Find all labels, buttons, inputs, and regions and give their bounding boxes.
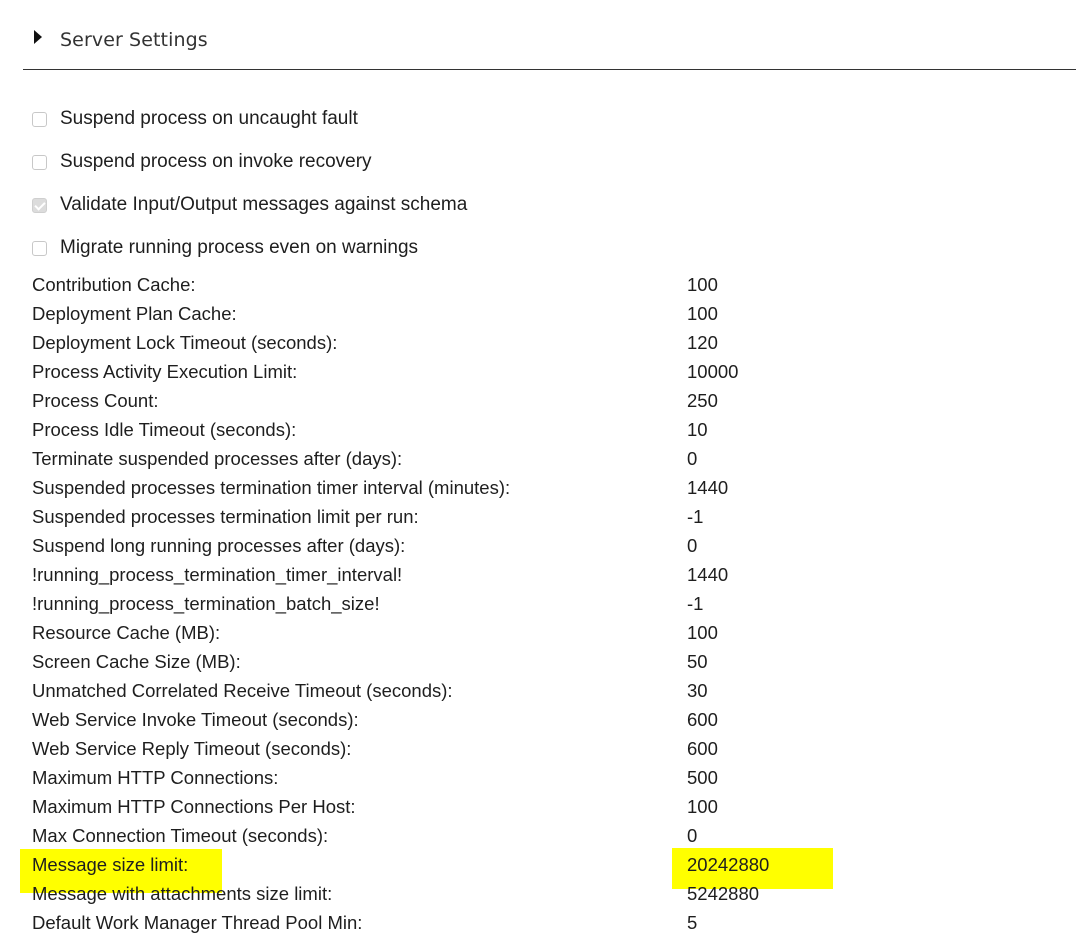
setting-label: Message with attachments size limit: [32,883,333,904]
setting-value: 600 [687,738,718,759]
setting-row: Process Count: 250 [32,390,1032,419]
setting-row: Suspend long running processes after (da… [32,535,1032,564]
setting-label: Maximum HTTP Connections: [32,767,279,788]
setting-label: Max Connection Timeout (seconds): [32,825,329,846]
setting-row: Suspended processes termination limit pe… [32,506,1032,535]
checkbox-suspend-uncaught-fault[interactable] [32,111,47,127]
setting-value: 5 [687,912,698,933]
setting-value: 1440 [687,564,729,585]
server-settings-header[interactable]: Server Settings [0,0,1076,70]
setting-value: 250 [687,390,718,411]
setting-row: Web Service Reply Timeout (seconds): 600 [32,738,1032,767]
setting-row: Deployment Plan Cache: 100 [32,303,1032,332]
setting-value: 500 [687,767,718,788]
setting-value: 50 [687,651,708,672]
section-title: Server Settings [60,29,208,51]
setting-row: Unmatched Correlated Receive Timeout (se… [32,680,1032,709]
setting-row: Screen Cache Size (MB): 50 [32,651,1032,680]
checkbox-suspend-invoke-recovery[interactable] [32,154,47,170]
setting-row: Max Connection Timeout (seconds): 0 [32,825,1032,854]
setting-row: Resource Cache (MB): 100 [32,622,1032,651]
setting-label: Suspended processes termination limit pe… [32,506,419,527]
setting-row: Process Activity Execution Limit: 10000 [32,361,1032,390]
setting-value: -1 [687,593,704,614]
setting-label: Maximum HTTP Connections Per Host: [32,796,356,817]
setting-row: Message with attachments size limit: 524… [32,883,1032,912]
setting-value: 100 [687,303,718,324]
checkbox-validate-messages[interactable] [32,197,47,213]
checkbox-label: Migrate running process even on warnings [60,237,419,258]
setting-row: Maximum HTTP Connections: 500 [32,767,1032,796]
setting-row: Web Service Invoke Timeout (seconds): 60… [32,709,1032,738]
setting-value: 5242880 [687,883,760,904]
setting-label: Contribution Cache: [32,274,196,295]
setting-row: Contribution Cache: 100 [32,274,1032,303]
setting-label: Process Activity Execution Limit: [32,361,298,382]
setting-label: Screen Cache Size (MB): [32,651,241,672]
setting-value: 10 [687,419,708,440]
setting-row: !running_process_termination_timer_inter… [32,564,1032,593]
setting-value: 100 [687,796,718,817]
setting-row: Default Work Manager Thread Pool Min: 5 [32,912,1032,941]
setting-label: !running_process_termination_batch_size! [32,593,380,614]
setting-value: 100 [687,622,718,643]
setting-value: 1440 [687,477,729,498]
setting-label: Web Service Reply Timeout (seconds): [32,738,352,759]
setting-label: Terminate suspended processes after (day… [32,448,403,469]
setting-row: Suspended processes termination timer in… [32,477,1032,506]
setting-label: Suspended processes termination timer in… [32,477,511,498]
checkbox-row-validate-messages: Validate Input/Output messages against s… [32,193,467,217]
triangle-right-icon[interactable] [34,30,42,44]
checkbox-label: Suspend process on invoke recovery [60,151,372,172]
setting-value: 0 [687,448,698,469]
checkbox-label: Validate Input/Output messages against s… [60,194,468,215]
setting-label: !running_process_termination_timer_inter… [32,564,403,585]
setting-row: Maximum HTTP Connections Per Host: 100 [32,796,1032,825]
checkbox-row-suspend-uncaught-fault: Suspend process on uncaught fault [32,107,358,131]
setting-value: 0 [687,535,698,556]
setting-value: -1 [687,506,704,527]
setting-label: Deployment Plan Cache: [32,303,237,324]
checkbox-row-migrate-running-process: Migrate running process even on warnings [32,236,418,260]
setting-row: Terminate suspended processes after (day… [32,448,1032,477]
setting-row-message-size-limit: Message size limit: 20242880 [32,854,1032,883]
setting-value: 20242880 [687,854,770,875]
checkbox-row-suspend-invoke-recovery: Suspend process on invoke recovery [32,150,372,174]
setting-value: 0 [687,825,698,846]
setting-label: Process Idle Timeout (seconds): [32,419,297,440]
setting-value: 30 [687,680,708,701]
setting-label: Web Service Invoke Timeout (seconds): [32,709,359,730]
setting-label: Suspend long running processes after (da… [32,535,406,556]
setting-value: 100 [687,274,718,295]
setting-label: Unmatched Correlated Receive Timeout (se… [32,680,453,701]
setting-label: Resource Cache (MB): [32,622,221,643]
setting-row: Deployment Lock Timeout (seconds): 120 [32,332,1032,361]
setting-value: 120 [687,332,718,353]
setting-value: 10000 [687,361,739,382]
checkbox-migrate-running-process[interactable] [32,240,47,256]
setting-row: Process Idle Timeout (seconds): 10 [32,419,1032,448]
setting-label: Process Count: [32,390,159,411]
setting-label: Default Work Manager Thread Pool Min: [32,912,363,933]
checkbox-label: Suspend process on uncaught fault [60,108,358,129]
setting-label: Message size limit: [32,854,189,875]
setting-label: Deployment Lock Timeout (seconds): [32,332,338,353]
setting-value: 600 [687,709,718,730]
setting-row: !running_process_termination_batch_size!… [32,593,1032,622]
section-divider [23,69,1076,70]
